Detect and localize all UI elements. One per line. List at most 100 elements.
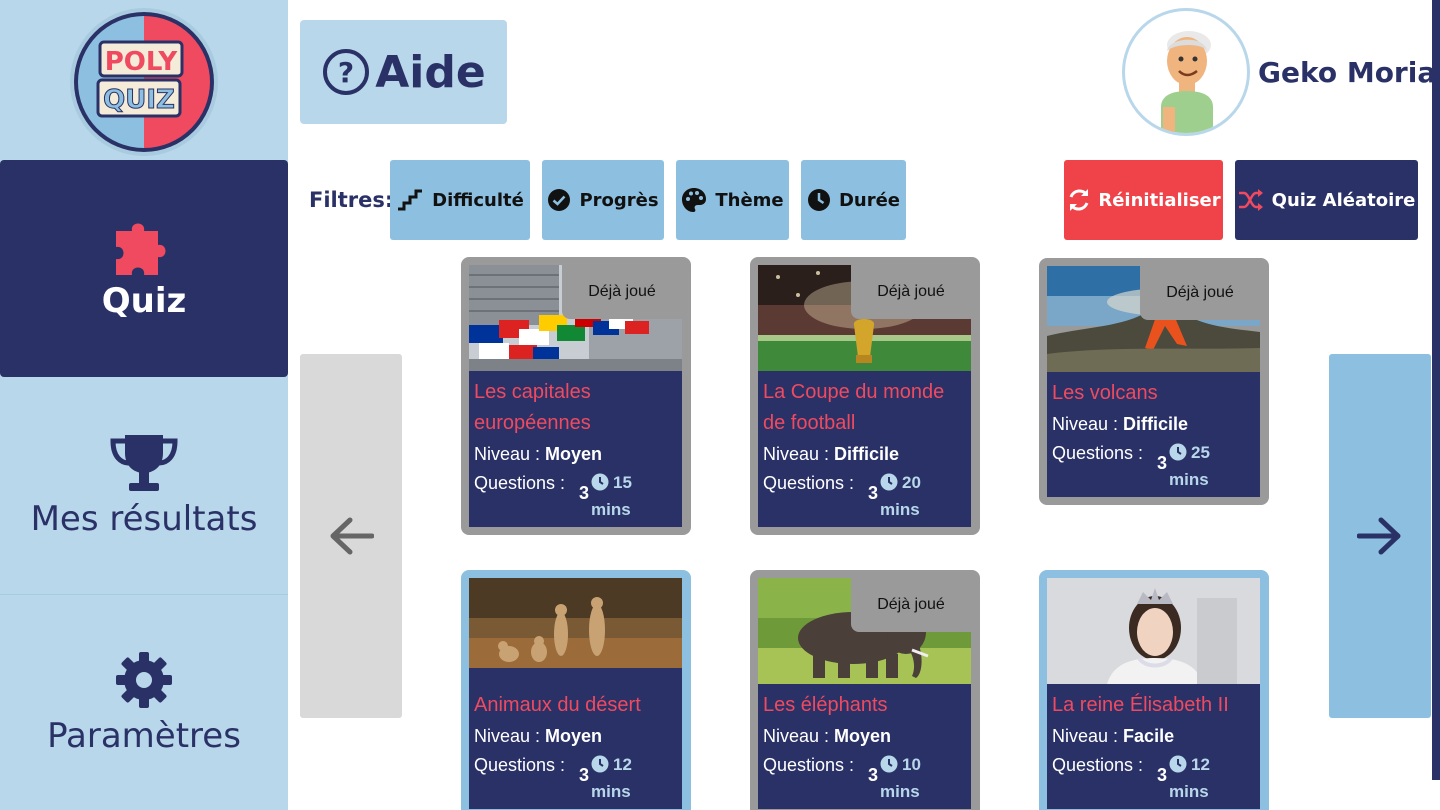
filter-progress-label: Progrès — [579, 189, 659, 211]
logo-text-quiz: QUIZ — [103, 85, 175, 115]
clock-icon — [807, 189, 830, 211]
sidebar: POLY QUIZ Quiz Mes résultats Paramètres — [0, 0, 288, 810]
question-count: 3 — [579, 765, 590, 785]
clock-icon — [1169, 755, 1187, 773]
nav-label-quiz: Quiz — [101, 280, 187, 321]
quiz-level: Niveau : Facile — [1052, 726, 1175, 746]
filter-duration-button[interactable]: Durée — [801, 160, 906, 240]
quiz-level: Niveau : Difficile — [1052, 414, 1189, 434]
quiz-level: Niveau : Difficile — [763, 444, 900, 464]
questions-label: Questions : — [474, 473, 566, 493]
filter-theme-label: Thème — [715, 189, 784, 211]
quiz-meta: Questions : 3 10 mins — [763, 751, 965, 805]
logo-text-poly: POLY — [105, 47, 179, 77]
user-profile[interactable]: Geko Moria — [1122, 8, 1436, 136]
clock-icon — [1169, 443, 1187, 461]
questions-label: Questions : — [763, 755, 855, 775]
quiz-level: Niveau : Moyen — [763, 726, 892, 746]
played-badge: Déjà joué — [562, 265, 682, 319]
quiz-image: Déjà joué — [469, 265, 682, 371]
quiz-card[interactable]: Déjà joué Les éléphants Niveau : Moyen Ques… — [750, 570, 980, 810]
stairs-icon — [398, 189, 423, 211]
random-quiz-button[interactable]: Quiz Aléatoire — [1235, 160, 1418, 240]
filters-label: Filtres: — [309, 188, 394, 212]
questions-label: Questions : — [474, 755, 566, 775]
quiz-title: Animaux du désert — [474, 694, 641, 716]
nav-label-settings: Paramètres — [47, 715, 241, 756]
puzzle-icon — [116, 223, 166, 275]
nav-item-settings[interactable]: Paramètres — [0, 594, 288, 810]
quiz-meta: Questions : 3 25 mins — [1052, 439, 1254, 493]
question-count: 3 — [868, 483, 879, 503]
quiz-duration: 12 mins — [591, 755, 632, 801]
trophy-icon — [110, 435, 178, 491]
quiz-card[interactable]: Déjà joué Les capitales européennes Niveau… — [461, 257, 691, 535]
palette-icon — [682, 188, 707, 212]
questions-label: Questions : — [763, 473, 855, 493]
avatar[interactable] — [1122, 8, 1250, 136]
quiz-level: Niveau : Moyen — [474, 444, 603, 464]
previous-page-button[interactable] — [300, 354, 402, 718]
clock-icon — [880, 473, 898, 491]
polyquiz-logo[interactable]: POLY QUIZ — [66, 6, 222, 158]
filter-difficulty-label: Difficulté — [432, 189, 524, 211]
filter-duration-label: Durée — [838, 189, 901, 211]
question-circle-icon: ? — [323, 49, 370, 95]
profile-name: Geko Moria — [1258, 55, 1437, 89]
quiz-title: Les éléphants — [763, 694, 888, 716]
quiz-title: Les capitales européennes — [474, 381, 591, 434]
arrow-left-icon — [330, 517, 374, 555]
quiz-image — [1047, 578, 1260, 684]
help-label: Aide — [375, 46, 486, 98]
gear-icon — [116, 651, 172, 708]
quiz-duration: 12 mins — [1169, 755, 1210, 801]
questions-label: Questions : — [1052, 755, 1144, 775]
page-scrollbar[interactable] — [1432, 145, 1440, 780]
filter-difficulty-button[interactable]: Difficulté — [390, 160, 530, 240]
quiz-title: La reine Élisabeth II — [1052, 694, 1229, 716]
question-count: 3 — [1157, 453, 1168, 473]
quiz-image: Déjà joué — [1047, 266, 1260, 372]
reset-button[interactable]: Réinitialiser — [1064, 160, 1223, 240]
questions-label: Questions : — [1052, 443, 1144, 463]
nav-label-results: Mes résultats — [30, 499, 258, 539]
quiz-card[interactable]: Déjà joué La Coupe du monde de football Ni… — [750, 257, 980, 535]
question-count: 3 — [579, 483, 590, 503]
filter-theme-button[interactable]: Thème — [676, 160, 789, 240]
quiz-title: La Coupe du monde de football — [763, 381, 945, 434]
arrow-right-icon — [1357, 517, 1401, 555]
svg-text:?: ? — [338, 56, 354, 89]
quiz-duration: 20 mins — [880, 473, 921, 519]
check-circle-icon — [548, 189, 571, 211]
quiz-meta: Questions : 3 12 mins — [474, 751, 676, 805]
filter-progress-button[interactable]: Progrès — [542, 160, 664, 240]
nav-item-results[interactable]: Mes résultats — [0, 380, 288, 592]
played-badge: Déjà joué — [1140, 266, 1260, 320]
header-edge-bar — [1432, 0, 1440, 145]
quiz-card[interactable]: La reine Élisabeth II Niveau : Facile Ques… — [1039, 570, 1269, 810]
next-page-button[interactable] — [1329, 354, 1431, 718]
refresh-icon — [1069, 189, 1089, 211]
quiz-meta: Questions : 3 15 mins — [474, 469, 676, 523]
help-button[interactable]: ? Aide — [300, 20, 507, 124]
quiz-card[interactable]: Déjà joué Les volcans Niveau : Difficile Qu… — [1039, 258, 1269, 505]
quiz-image: Déjà joué — [758, 578, 971, 684]
shuffle-icon — [1238, 189, 1263, 211]
question-count: 3 — [1157, 765, 1168, 785]
question-count: 3 — [868, 765, 879, 785]
reset-label: Réinitialiser — [1098, 189, 1221, 211]
quiz-title: Les volcans — [1052, 382, 1158, 404]
quiz-image: Déjà joué — [758, 265, 971, 371]
quiz-image — [469, 578, 682, 668]
quiz-card[interactable]: Animaux du désert Niveau : Moyen Questions… — [461, 570, 691, 810]
nav-item-quiz[interactable]: Quiz — [0, 160, 288, 377]
random-quiz-label: Quiz Aléatoire — [1271, 189, 1416, 211]
clock-icon — [880, 755, 898, 773]
quiz-meta: Questions : 3 20 mins — [763, 469, 965, 523]
clock-icon — [591, 473, 609, 491]
played-badge: Déjà joué — [851, 578, 971, 632]
quiz-duration: 10 mins — [880, 755, 921, 801]
quiz-duration: 25 mins — [1169, 443, 1210, 489]
quiz-level: Niveau : Moyen — [474, 726, 603, 746]
played-badge: Déjà joué — [851, 265, 971, 319]
